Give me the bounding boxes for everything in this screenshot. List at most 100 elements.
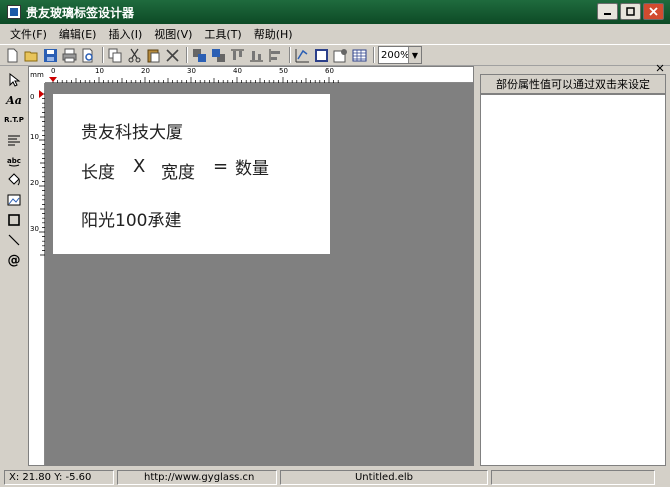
paragraph-icon xyxy=(8,135,20,146)
status-empty xyxy=(491,470,655,485)
status-bar: X: 21.80 Y: -5.60 http://www.gyglass.cn … xyxy=(0,468,670,487)
zoom-select[interactable]: 200% ▼ xyxy=(378,46,422,64)
align-left-button[interactable] xyxy=(267,47,284,64)
ruler-tick-label: 60 xyxy=(325,67,334,75)
label-equals-sign[interactable]: = xyxy=(213,156,228,177)
cut-button[interactable] xyxy=(126,47,143,64)
image-tool[interactable] xyxy=(4,190,24,210)
align-bottom-button[interactable] xyxy=(248,47,265,64)
minimize-icon xyxy=(604,13,611,15)
at-tool[interactable]: @ xyxy=(4,250,24,270)
label-line-contractor[interactable]: 阳光100承建 xyxy=(81,206,181,231)
at-icon: @ xyxy=(7,252,21,268)
horizontal-position-marker xyxy=(49,77,57,82)
label-field-length[interactable]: 长度 xyxy=(81,158,115,183)
delete-icon xyxy=(166,48,179,62)
horizontal-ruler-scale xyxy=(49,77,339,83)
panel-header xyxy=(480,64,666,74)
send-back-button[interactable] xyxy=(210,47,227,64)
chevron-down-icon[interactable]: ▼ xyxy=(408,47,421,63)
status-website: http://www.gyglass.cn xyxy=(117,470,277,485)
align-top-icon xyxy=(231,49,244,60)
fill-tool[interactable] xyxy=(4,170,24,190)
label-line-building[interactable]: 贵友科技大厦 xyxy=(81,118,183,143)
print-button[interactable] xyxy=(61,47,78,64)
page-setup-icon xyxy=(315,48,328,62)
chart-icon xyxy=(295,48,309,62)
line-icon xyxy=(8,234,20,246)
app-icon xyxy=(7,5,21,19)
table-icon xyxy=(352,49,367,61)
abc-tool[interactable]: abc xyxy=(4,150,24,170)
tool-palette: Aa R.T.P abc @ xyxy=(4,70,26,466)
ruler-tick-label: 20 xyxy=(141,67,150,75)
label-field-width[interactable]: 宽度 xyxy=(161,158,195,183)
ruler-unit: mm xyxy=(30,71,44,79)
align-left-icon xyxy=(269,48,280,62)
menu-bar: 文件(F) 编辑(E) 插入(I) 视图(V) 工具(T) 帮助(H) xyxy=(0,24,670,44)
copy-icon xyxy=(108,48,122,62)
line-tool[interactable] xyxy=(4,230,24,250)
table-button[interactable] xyxy=(351,47,368,64)
toolbar-separator xyxy=(373,47,375,63)
menu-help[interactable]: 帮助(H) xyxy=(248,26,299,42)
paste-button[interactable] xyxy=(145,47,162,64)
minimize-button[interactable] xyxy=(597,3,618,20)
page-setup-button[interactable] xyxy=(313,47,330,64)
text-tool[interactable]: Aa xyxy=(4,90,24,110)
save-icon xyxy=(44,48,57,62)
delete-button[interactable] xyxy=(164,47,181,64)
property-list[interactable] xyxy=(480,94,666,466)
paste-icon xyxy=(147,49,160,62)
image-icon xyxy=(7,194,21,206)
select-tool[interactable] xyxy=(4,70,24,90)
label-page[interactable]: 贵友科技大厦 长度 X 宽度 = 数量 阳光100承建 xyxy=(53,94,330,254)
rectangle-tool[interactable] xyxy=(4,210,24,230)
design-canvas[interactable]: 贵友科技大厦 长度 X 宽度 = 数量 阳光100承建 xyxy=(45,83,473,465)
bring-front-button[interactable] xyxy=(191,47,208,64)
toolbar: 200% ▼ xyxy=(0,44,670,66)
print-preview-button[interactable] xyxy=(80,47,97,64)
new-file-icon xyxy=(7,48,18,62)
title-bar: 贵友玻璃标签设计器 xyxy=(0,0,670,24)
copy-button[interactable] xyxy=(107,47,124,64)
menu-tools[interactable]: 工具(T) xyxy=(198,26,247,42)
panel-hint: 部份属性值可以通过双击来设定 xyxy=(480,74,666,94)
new-button[interactable] xyxy=(4,47,21,64)
rtp-tool-icon: R.T.P xyxy=(4,116,24,124)
print-icon xyxy=(62,48,77,62)
svg-text:abc: abc xyxy=(7,157,21,165)
menu-file[interactable]: 文件(F) xyxy=(4,26,53,42)
horizontal-ruler: 0 10 20 30 40 50 60 xyxy=(45,67,473,83)
menu-insert[interactable]: 插入(I) xyxy=(102,26,148,42)
ruler-tick-label: 40 xyxy=(233,67,242,75)
close-button[interactable] xyxy=(643,3,664,20)
maximize-button[interactable] xyxy=(620,3,641,20)
panel-close-icon[interactable] xyxy=(656,64,664,72)
label-field-quantity[interactable]: 数量 xyxy=(235,154,269,179)
menu-view[interactable]: 视图(V) xyxy=(148,26,198,42)
open-button[interactable] xyxy=(23,47,40,64)
maximize-icon xyxy=(626,7,635,16)
ruler-tick-label: 10 xyxy=(30,133,39,141)
label-times-sign[interactable]: X xyxy=(133,156,145,177)
ruler-tick-label: 50 xyxy=(279,67,288,75)
save-button[interactable] xyxy=(42,47,59,64)
vertical-position-marker xyxy=(39,90,44,98)
menu-edit[interactable]: 编辑(E) xyxy=(53,26,103,42)
toolbar-separator xyxy=(186,47,188,63)
design-button[interactable] xyxy=(294,47,311,64)
ruler-tick-label: 30 xyxy=(187,67,196,75)
align-bottom-icon xyxy=(250,50,263,61)
align-top-button[interactable] xyxy=(229,47,246,64)
folder-open-icon xyxy=(24,51,38,61)
property-panel: 部份属性值可以通过双击来设定 xyxy=(480,64,666,466)
ruler-tick-label: 10 xyxy=(95,67,104,75)
properties-icon xyxy=(333,48,347,62)
paragraph-tool[interactable] xyxy=(4,130,24,150)
bring-front-icon xyxy=(193,48,206,62)
properties-button[interactable] xyxy=(332,47,349,64)
rtp-tool[interactable]: R.T.P xyxy=(4,110,24,130)
abc-icon: abc xyxy=(7,157,21,167)
print-preview-icon xyxy=(82,48,93,62)
